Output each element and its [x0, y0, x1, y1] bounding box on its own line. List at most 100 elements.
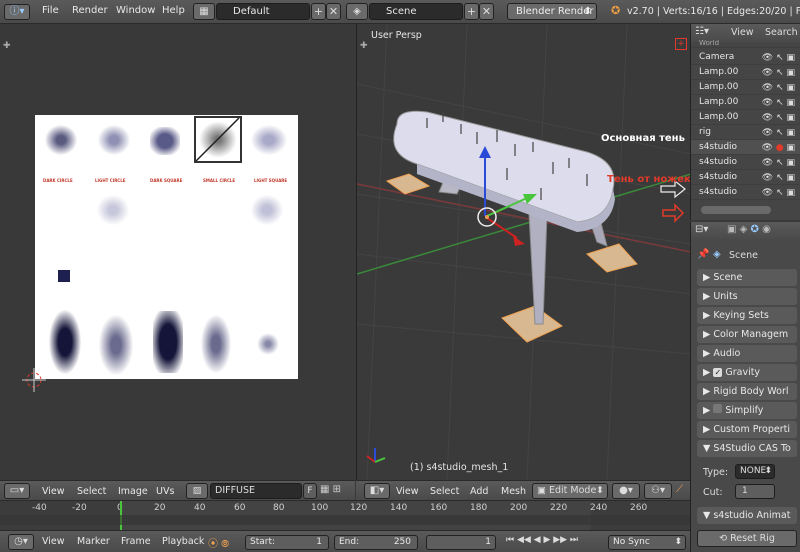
panel-custom-properties[interactable]: ▶ Custom Properti — [697, 421, 797, 438]
panel-units[interactable]: ▶ Units — [697, 288, 797, 305]
scene-field[interactable]: Scene — [369, 3, 463, 20]
visibility-icons[interactable]: 👁 ↖ ▣ — [762, 66, 795, 81]
3d-view-editor-icon[interactable]: ◧▾ — [364, 483, 390, 499]
gravity-checkbox[interactable]: ✓ — [713, 368, 723, 377]
playback-controls-icons[interactable]: ⏮ ◀◀ ◀ ▶ ▶▶ ⏭ — [506, 535, 578, 545]
outliner-item-world[interactable]: World — [691, 40, 800, 48]
light-circle-swatch — [98, 125, 130, 155]
timeline-menu-marker[interactable]: Marker — [77, 536, 110, 547]
uv-menu-image[interactable]: Image — [118, 486, 148, 497]
layout-icon[interactable]: ▦ — [193, 3, 215, 20]
outliner-item[interactable]: rig 👁 ↖ ▣ — [691, 125, 800, 140]
timeline-menu-view[interactable]: View — [42, 536, 65, 547]
record-icons[interactable]: ⦿ ⦾ — [208, 535, 229, 550]
outliner-view-menu[interactable]: View — [731, 27, 754, 38]
panel-keying-sets[interactable]: ▶ Keying Sets — [697, 307, 797, 324]
outliner-item[interactable]: s4studio 👁 ↖ ▣ — [691, 185, 800, 200]
outliner-item[interactable]: s4studio 👁 ↖ ▣ — [691, 170, 800, 185]
pin-icon[interactable]: 📌 — [697, 249, 709, 260]
outliner[interactable]: ☷▾ View Search World Camera 👁 ↖ ▣ Lamp.00… — [690, 24, 800, 220]
panel-audio[interactable]: ▶ Audio — [697, 345, 797, 362]
remove-layout-button[interactable]: ✕ — [326, 3, 341, 20]
image-editor-icon[interactable]: ▭▾ — [4, 483, 30, 499]
uv-menu-view[interactable]: View — [42, 486, 65, 497]
outliner-item[interactable]: Lamp.00 👁 ↖ ▣ — [691, 110, 800, 125]
reset-rig-button[interactable]: ⟲ Reset Rig — [697, 530, 797, 547]
menu-window[interactable]: Window — [116, 5, 155, 16]
panel-s4studio-animation[interactable]: ▼ s4studio Animat — [697, 507, 797, 524]
mode-dropdown[interactable]: ▣ Edit Mode ⬍ — [532, 483, 608, 499]
visibility-icons[interactable]: 👁 ↖ ▣ — [762, 81, 795, 96]
panel-simplify[interactable]: ▶ Simplify — [697, 402, 797, 419]
timeline-menu-frame[interactable]: Frame — [121, 536, 151, 547]
timeline-menu-playback[interactable]: Playback — [162, 536, 204, 547]
cut-field[interactable]: 1 — [735, 484, 775, 499]
texture-label: DARK CIRCLE — [43, 178, 73, 183]
visibility-icons[interactable]: 👁 ● ▣ — [761, 141, 795, 156]
visibility-icons[interactable]: 👁 ↖ ▣ — [762, 171, 795, 186]
faint-circle-swatch — [97, 195, 129, 225]
start-frame-field[interactable]: Start: 1 — [245, 535, 329, 550]
blender-window: ⓘ▾ File Render Window Help ▦ Default + ✕… — [0, 0, 800, 552]
current-frame-field[interactable]: 1 — [426, 535, 496, 550]
texture-label: DARK SQUARE — [150, 178, 183, 183]
timeline-editor-icon[interactable]: ◷▾ — [8, 534, 34, 550]
manipulator-icon[interactable]: ⟋ — [676, 484, 683, 495]
context-tab-icons[interactable]: ▣ ◈ ✪ ◉ — [727, 224, 771, 235]
outliner-item[interactable]: Lamp.00 👁 ↖ ▣ — [691, 65, 800, 80]
menu-file[interactable]: File — [42, 5, 59, 16]
outliner-item[interactable]: s4studio 👁 ● ▣ — [691, 140, 800, 155]
panel-color-management[interactable]: ▶ Color Managem — [697, 326, 797, 343]
visibility-icons[interactable]: 👁 ↖ ▣ — [762, 126, 795, 141]
3d-viewport[interactable]: User Persp (1) s4studio_mesh_1 Основная … — [356, 24, 691, 480]
panel-scene[interactable]: ▶ Scene — [697, 269, 797, 286]
visibility-icons[interactable]: 👁 ↖ ▣ — [762, 51, 795, 66]
small-circle-swatch — [194, 116, 242, 163]
menu-help[interactable]: Help — [162, 5, 185, 16]
select-menu[interactable]: Select — [430, 486, 459, 497]
image-browse-icon[interactable]: ▨ — [186, 483, 208, 499]
remove-scene-button[interactable]: ✕ — [479, 3, 494, 20]
add-layout-button[interactable]: + — [311, 3, 326, 20]
add-scene-button[interactable]: + — [464, 3, 479, 20]
panel-gravity[interactable]: ▶ ✓ Gravity — [697, 364, 797, 381]
uv-menu-uvs[interactable]: UVs — [156, 486, 174, 497]
uv-menu-select[interactable]: Select — [77, 486, 106, 497]
outliner-editor-icon[interactable]: ☷▾ — [695, 26, 709, 37]
outliner-scrollbar[interactable] — [701, 206, 771, 214]
area-corner-plus-icon[interactable]: + — [675, 38, 687, 50]
simplify-checkbox[interactable] — [713, 404, 723, 413]
properties-editor-icon[interactable]: ⊟▾ — [695, 224, 708, 235]
image-tools-icons[interactable]: ▦ ⊞ — [320, 484, 341, 495]
fake-user-button[interactable]: F — [303, 483, 317, 499]
visibility-icons[interactable]: 👁 ↖ ▣ — [762, 186, 795, 201]
outliner-item[interactable]: Lamp.00 👁 ↖ ▣ — [691, 80, 800, 95]
outliner-item[interactable]: Camera 👁 ↖ ▣ — [691, 50, 800, 65]
add-menu[interactable]: Add — [470, 486, 488, 497]
light-square-swatch — [251, 125, 287, 155]
image-name-field[interactable]: DIFFUSE — [210, 483, 302, 499]
type-dropdown[interactable]: NONE ⬍ — [735, 464, 775, 479]
sync-dropdown[interactable]: No Sync ⬍ — [608, 535, 686, 550]
mesh-menu[interactable]: Mesh — [501, 486, 526, 497]
render-engine-dropdown[interactable]: Blender Render ⬍ — [507, 3, 597, 20]
pivot-dropdown[interactable]: ⚇▾ — [644, 483, 672, 499]
panel-s4studio-cas-tools[interactable]: ▼ S4Studio CAS To — [697, 440, 797, 457]
outliner-item[interactable]: s4studio 👁 ↖ ▣ — [691, 155, 800, 170]
panel-rigid-body-world[interactable]: ▶ Rigid Body Worl — [697, 383, 797, 400]
info-editor-icon[interactable]: ⓘ▾ — [4, 4, 30, 20]
menu-render[interactable]: Render — [72, 5, 108, 16]
2d-cursor-icon[interactable] — [22, 368, 46, 392]
outliner-item[interactable]: Lamp.00 👁 ↖ ▣ — [691, 95, 800, 110]
properties-editor[interactable]: ⊟▾ ▣ ◈ ✪ ◉ 📌 ◈ Scene ▶ Scene ▶ Units ▶ K… — [690, 222, 800, 552]
timeline-editor[interactable]: -40 -20 0 20 40 60 80 100 120 140 160 18… — [0, 500, 690, 531]
view-menu[interactable]: View — [396, 486, 419, 497]
scene-icon[interactable]: ◈ — [346, 3, 368, 20]
shading-dropdown[interactable]: ●▾ — [612, 483, 640, 499]
visibility-icons[interactable]: 👁 ↖ ▣ — [762, 156, 795, 171]
screen-layout-field[interactable]: Default — [216, 3, 310, 20]
outliner-search-menu[interactable]: Search — [765, 27, 798, 38]
visibility-icons[interactable]: 👁 ↖ ▣ — [762, 111, 795, 126]
visibility-icons[interactable]: 👁 ↖ ▣ — [762, 96, 795, 111]
end-frame-field[interactable]: End: 250 — [334, 535, 418, 550]
